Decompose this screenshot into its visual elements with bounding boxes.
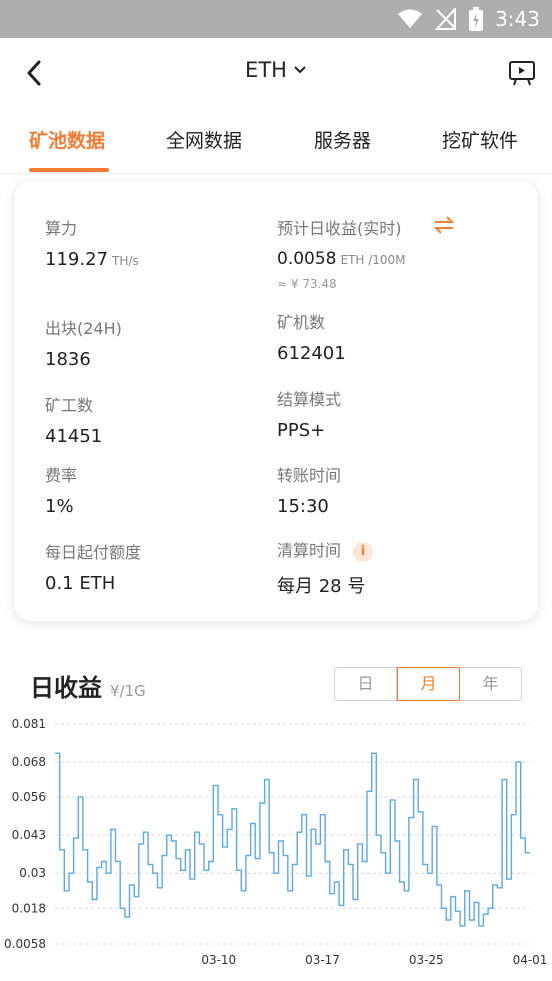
tab-servers[interactable]: 服务器 bbox=[314, 126, 371, 153]
stat-label: 预计日收益(实时) bbox=[277, 219, 402, 238]
video-icon bbox=[509, 61, 535, 86]
swap-icon[interactable] bbox=[432, 215, 456, 235]
no-signal-icon bbox=[435, 8, 457, 30]
y-tick-label: 0.043 bbox=[12, 828, 46, 842]
y-tick-label: 0.068 bbox=[12, 755, 46, 769]
battery-icon bbox=[469, 7, 484, 31]
stat-label: 结算模式 bbox=[277, 390, 342, 409]
video-tutorial-button[interactable] bbox=[506, 56, 538, 90]
stat-label: 转账时间 bbox=[277, 466, 342, 485]
stat-fee: 费率 1% bbox=[45, 462, 77, 517]
stat-miners: 矿机数 612401 bbox=[277, 309, 346, 364]
stat-value: 119.27 bbox=[45, 249, 108, 270]
y-tick-label: 0.081 bbox=[12, 717, 46, 731]
x-tick-label: 03-10 bbox=[201, 953, 236, 967]
tab-network-data[interactable]: 全网数据 bbox=[166, 126, 242, 153]
stat-label: 清算时间 bbox=[277, 541, 342, 560]
stat-value: PPS+ bbox=[277, 420, 326, 441]
y-tick-label: 0.03 bbox=[19, 866, 46, 880]
section-title: 日收益 bbox=[30, 674, 102, 702]
daily-income-chart: 0.081 0.068 0.056 0.043 0.03 0.018 0.0058 03-10… bbox=[4, 717, 548, 967]
status-bar: 3:43 bbox=[0, 0, 552, 38]
period-year-button[interactable]: 年 bbox=[460, 668, 521, 700]
stat-value: 每月 28 号 bbox=[277, 575, 366, 597]
y-tick-label: 0.056 bbox=[12, 790, 46, 804]
chevron-down-icon bbox=[294, 66, 306, 74]
stat-hashrate: 算力 119.27 TH/s bbox=[45, 215, 139, 270]
daily-income-header: 日收益 ¥/1G bbox=[30, 668, 146, 703]
stat-approx-cny: ≈ ¥ 73.48 bbox=[277, 277, 337, 291]
stat-value: 15:30 bbox=[277, 496, 329, 517]
stat-workers: 矿工数 41451 bbox=[45, 392, 102, 447]
stat-label: 每日起付额度 bbox=[45, 543, 142, 562]
stat-unit: ETH /100M bbox=[340, 253, 406, 267]
stat-value: 612401 bbox=[277, 343, 346, 364]
y-tick-label: 0.018 bbox=[12, 901, 46, 915]
stat-value: 0.0058 bbox=[277, 249, 337, 269]
tab-pool-data[interactable]: 矿池数据 bbox=[29, 126, 105, 153]
pool-stats-card: 算力 119.27 TH/s 预计日收益(实时) 0.0058 ETH /100M … bbox=[13, 180, 539, 622]
tab-bar: 矿池数据 全网数据 服务器 挖矿软件 bbox=[0, 108, 552, 174]
wifi-icon bbox=[398, 9, 423, 28]
stat-label: 费率 bbox=[45, 466, 78, 485]
coin-selector[interactable]: ETH bbox=[0, 58, 552, 82]
stat-label: 算力 bbox=[45, 219, 78, 238]
stat-unit: TH/s bbox=[111, 254, 139, 268]
y-tick-label: 0.0058 bbox=[4, 937, 46, 951]
stat-label: 出块(24H) bbox=[45, 319, 122, 338]
income-series-line bbox=[55, 752, 530, 927]
stat-value: 0.1 ETH bbox=[45, 573, 116, 594]
x-tick-label: 03-25 bbox=[409, 953, 444, 967]
active-tab-indicator bbox=[29, 168, 109, 172]
stat-est-daily: 预计日收益(实时) 0.0058 ETH /100M ≈ ¥ 73.48 bbox=[277, 215, 406, 291]
status-icons: 3:43 bbox=[397, 6, 540, 32]
period-month-button[interactable]: 月 bbox=[397, 667, 460, 701]
nav-bar: ETH bbox=[0, 38, 552, 108]
section-unit: ¥/1G bbox=[110, 682, 146, 700]
period-selector: 日 月 年 bbox=[334, 667, 522, 701]
stat-value: 1% bbox=[45, 496, 74, 517]
stat-label: 矿机数 bbox=[277, 313, 326, 332]
status-time: 3:43 bbox=[495, 7, 540, 31]
stat-label: 矿工数 bbox=[45, 396, 94, 415]
tab-mining-software[interactable]: 挖矿软件 bbox=[442, 126, 518, 153]
stat-clear-time: 清算时间 i 每月 28 号 bbox=[277, 537, 374, 598]
info-icon[interactable]: i bbox=[353, 541, 374, 562]
stat-min-payout: 每日起付额度 0.1 ETH bbox=[45, 539, 141, 594]
stat-value: 41451 bbox=[45, 426, 103, 447]
x-tick-label: 04-01 bbox=[513, 953, 548, 967]
stat-blocks: 出块(24H) 1836 bbox=[45, 315, 122, 370]
stat-settle-mode: 结算模式 PPS+ bbox=[277, 386, 341, 441]
x-tick-label: 03-17 bbox=[305, 953, 340, 967]
page-title: ETH bbox=[245, 58, 287, 82]
period-day-button[interactable]: 日 bbox=[335, 668, 397, 700]
stat-transfer-time: 转账时间 15:30 bbox=[277, 462, 341, 517]
stat-value: 1836 bbox=[45, 349, 91, 370]
